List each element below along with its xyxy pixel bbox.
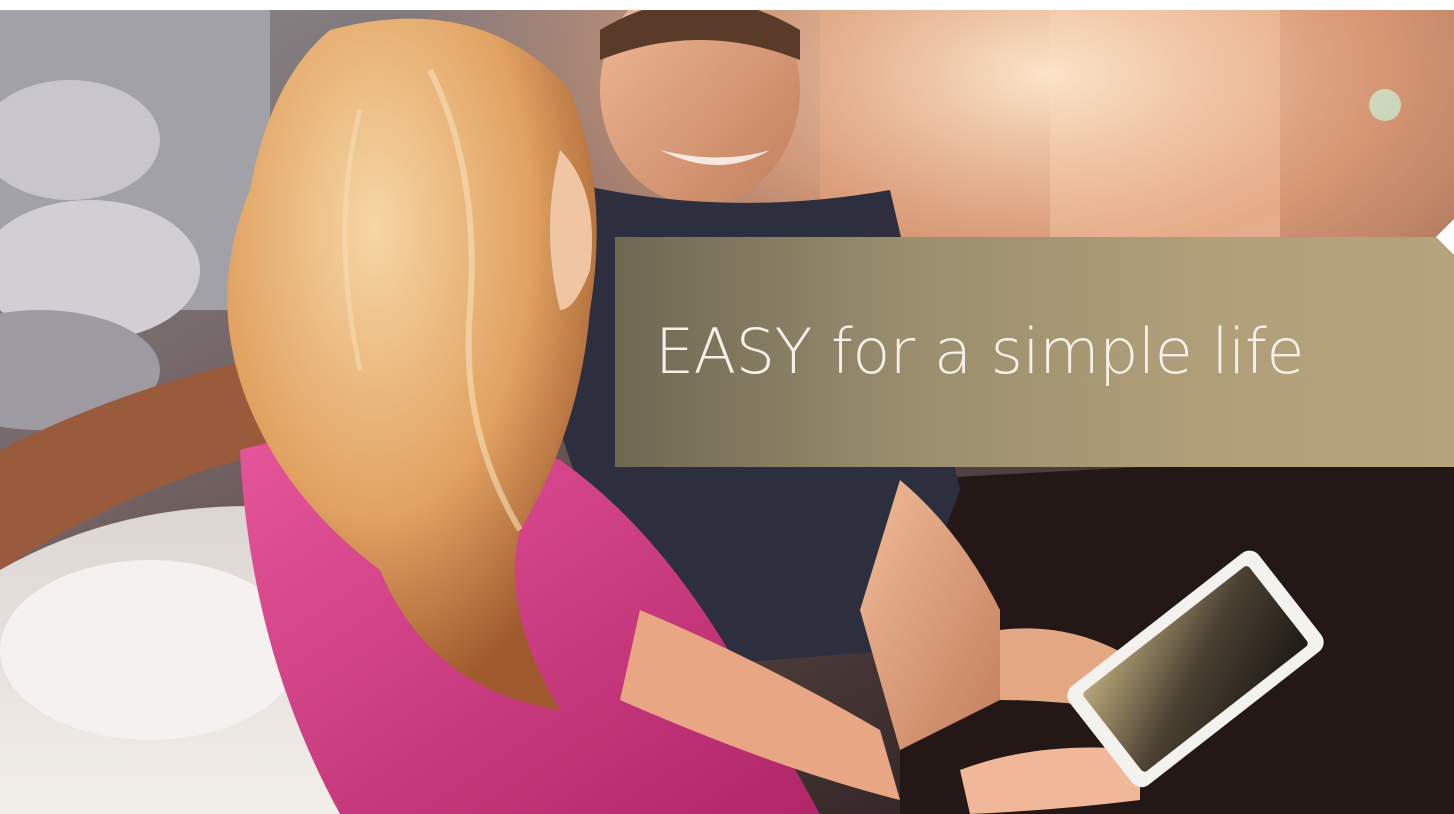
headline-banner: EASY for a simple life	[615, 237, 1454, 467]
hero-banner: EASY for a simple life	[0, 10, 1454, 814]
headline-text: EASY for a simple life	[655, 314, 1304, 388]
banner-notch	[1436, 219, 1454, 255]
